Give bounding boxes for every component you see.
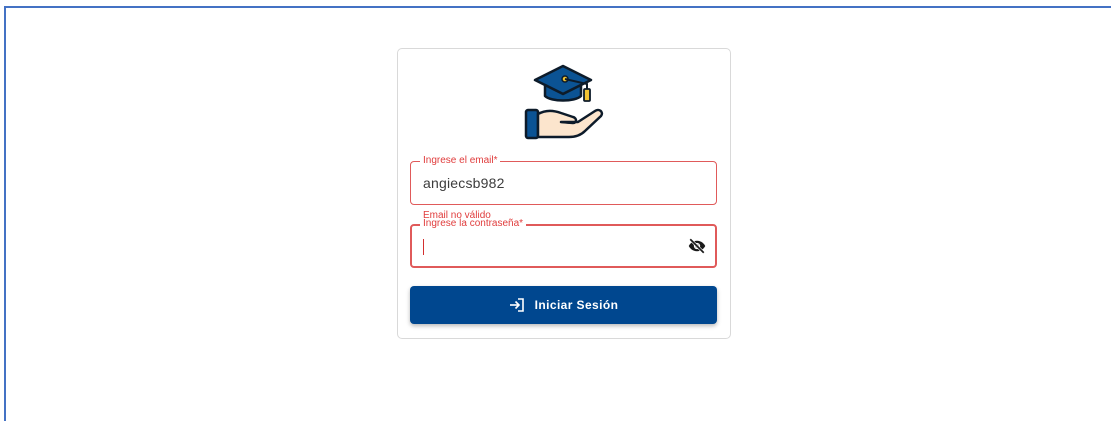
login-button[interactable]: Iniciar Sesión [410,286,717,324]
graduation-cap-hand-icon [524,64,604,140]
email-field-value[interactable]: angiecsb982 [423,175,505,191]
password-field-label: Ingrese la contraseña* [420,218,527,230]
email-field[interactable]: Ingrese el email* angiecsb982 [410,155,717,205]
login-icon [509,298,524,312]
email-field-label: Ingrese el email* [420,155,501,167]
text-caret [423,239,424,255]
login-button-label: Iniciar Sesión [534,298,619,312]
eye-off-icon[interactable] [687,237,707,255]
password-field[interactable]: Ingrese la contraseña* [410,218,717,268]
